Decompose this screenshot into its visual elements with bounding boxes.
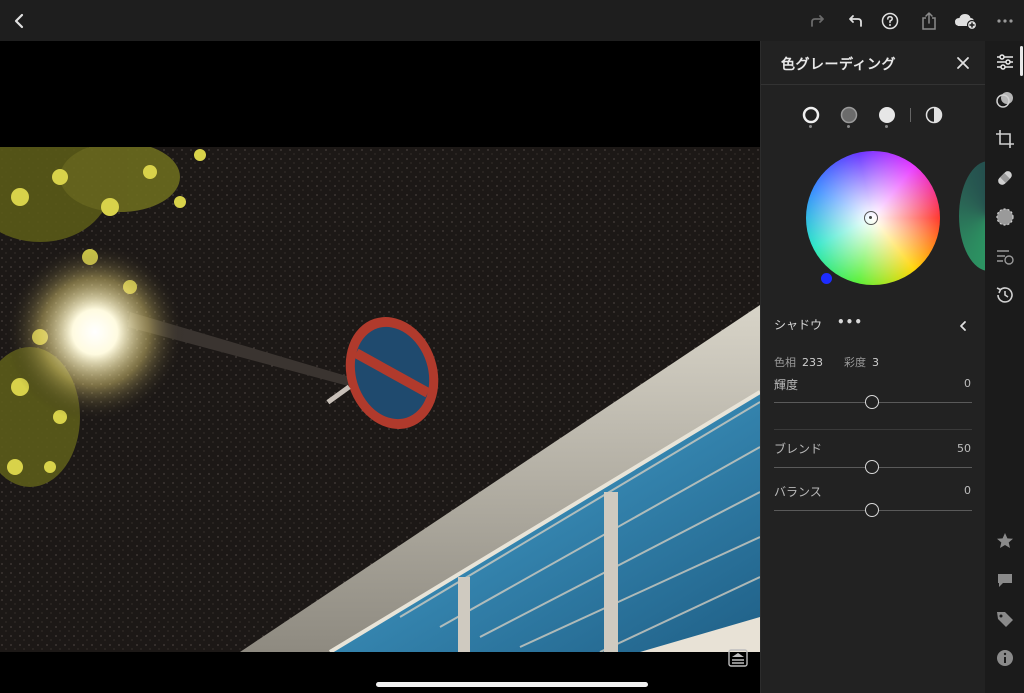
color-grading-panel: 色グレーディング シャドウ ••• 色相 233 彩度 3 輝度 0 ブレンド 50 [760,41,1019,693]
mode-indicator-dot [847,125,850,128]
photo-image [0,147,760,652]
luminance-label: 輝度 [774,378,799,392]
right-toolbar [985,41,1024,693]
healing-icon[interactable] [995,168,1015,188]
panel-divider [761,84,986,85]
balance-label: バランス [774,485,822,499]
versions-icon[interactable] [995,246,1015,266]
back-icon[interactable] [6,8,32,34]
compare-before-after-icon[interactable] [728,649,748,667]
cloud-sync-icon[interactable] [953,8,979,34]
luminance-slider-knob[interactable] [865,395,879,409]
section-divider [774,429,972,430]
mode-highlights-button[interactable] [878,106,896,124]
panel-title: 色グレーディング [781,57,897,73]
luminance-handle[interactable] [821,273,832,284]
hue-readout: 色相 233 [774,354,823,370]
info-icon[interactable] [995,648,1015,668]
chevron-left-icon[interactable] [957,317,969,331]
mode-shadows-button[interactable] [802,106,820,124]
presets-icon[interactable] [995,90,1015,110]
masking-icon[interactable] [995,207,1015,227]
mode-indicator-dot [809,125,812,128]
blend-label: ブレンド [774,442,823,456]
help-icon[interactable] [877,8,903,34]
mode-indicator-dot [885,125,888,128]
more-icon[interactable] [992,8,1018,34]
undo-icon[interactable] [842,8,868,34]
edit-sliders-icon[interactable] [995,52,1015,72]
balance-value[interactable]: 0 [964,484,971,497]
crop-icon[interactable] [995,129,1015,149]
balance-slider-knob[interactable] [865,503,879,517]
blend-value[interactable]: 50 [957,442,971,455]
luminance-value[interactable]: 0 [964,377,971,390]
section-more-button[interactable]: ••• [837,315,863,329]
close-icon[interactable] [954,54,972,72]
history-icon[interactable] [995,285,1015,305]
comment-icon[interactable] [995,570,1015,590]
hue-value: 233 [802,356,823,369]
photo-canvas[interactable] [0,41,760,693]
home-indicator[interactable] [376,682,648,687]
active-tool-indicator [1020,46,1023,76]
redo-icon[interactable] [805,8,831,34]
mode-midtones-button[interactable] [840,106,858,124]
rating-star-icon[interactable] [995,531,1015,551]
tag-icon[interactable] [995,609,1015,629]
mode-separator [910,108,911,122]
hue-label: 色相 [774,356,796,369]
blend-slider-knob[interactable] [865,460,879,474]
share-icon[interactable] [916,8,942,34]
saturation-readout: 彩度 3 [844,354,879,370]
wheel-center-handle[interactable] [864,211,878,225]
top-bar [0,0,1024,41]
section-label: シャドウ [774,318,823,332]
saturation-value: 3 [872,356,879,369]
saturation-label: 彩度 [844,356,866,369]
mode-global-button[interactable] [925,106,943,124]
